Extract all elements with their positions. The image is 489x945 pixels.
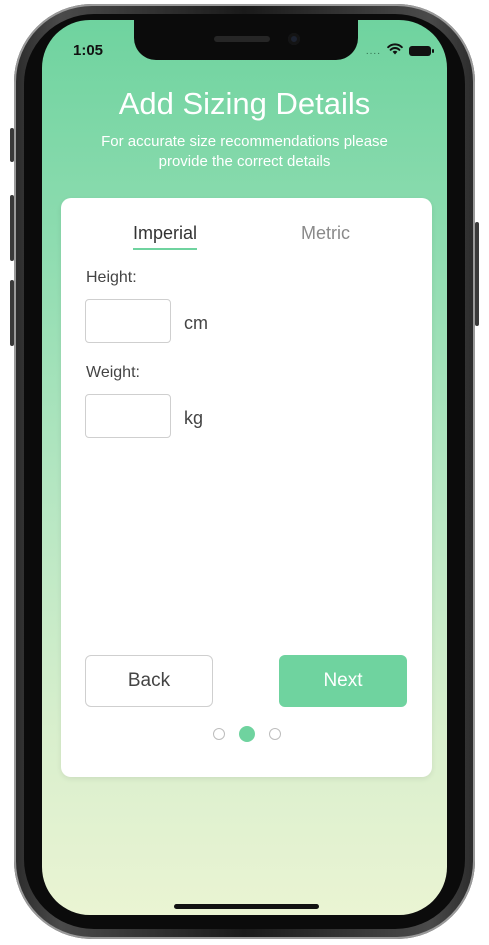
- height-label: Height:: [86, 269, 137, 286]
- front-camera: [288, 33, 300, 45]
- volume-down-button: [10, 280, 14, 346]
- weight-input[interactable]: [85, 394, 171, 438]
- page-dot-3[interactable]: [268, 728, 281, 740]
- power-button: [475, 222, 479, 326]
- page-subtitle: For accurate size recommendations please…: [101, 133, 388, 170]
- page-indicator: [61, 726, 432, 742]
- notch: [134, 20, 358, 60]
- height-unit: cm: [184, 313, 208, 333]
- height-input[interactable]: [85, 299, 171, 343]
- next-button[interactable]: Next: [279, 655, 407, 707]
- page-dot-1[interactable]: [212, 728, 225, 740]
- tab-metric[interactable]: Metric: [301, 223, 350, 244]
- home-indicator[interactable]: [174, 904, 319, 909]
- page-title: Add Sizing Details: [118, 86, 371, 121]
- back-button[interactable]: Back: [85, 655, 213, 707]
- status-time: 1:05: [73, 42, 104, 59]
- page-dot-2[interactable]: [238, 726, 255, 742]
- speaker-grille: [214, 36, 270, 42]
- status-icons: ....: [365, 42, 434, 60]
- wifi-icon: [387, 42, 403, 60]
- silent-switch: [10, 128, 14, 162]
- volume-up-button: [10, 195, 14, 261]
- battery-icon: [409, 46, 434, 56]
- weight-unit: kg: [184, 408, 204, 428]
- weight-label: Weight:: [86, 364, 140, 381]
- signal-icon: ....: [365, 45, 381, 57]
- sizing-card: Imperial Metric Height: cm Weight: kg Ba…: [61, 198, 432, 777]
- tab-imperial[interactable]: Imperial: [133, 223, 198, 250]
- app-screen: 1:05 .... Add Sizing Details For accurat…: [42, 20, 447, 915]
